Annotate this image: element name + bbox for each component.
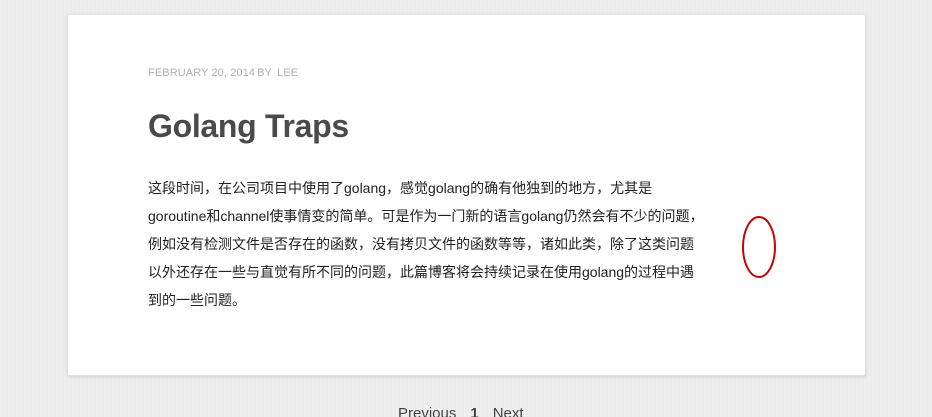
post-body-line: 到的一些问题。: [148, 292, 246, 308]
annotation-ellipse: [742, 216, 776, 278]
post-body: 这段时间，在公司项目中使用了golang，感觉golang的确有他独到的地方，尤…: [148, 174, 788, 314]
post-body-line: goroutine和channel使事情变的简单。可是作为一门新的语言golan…: [148, 208, 704, 224]
previous-link[interactable]: Previous: [398, 405, 456, 417]
post-date[interactable]: FEBRUARY 20, 2014: [148, 67, 255, 79]
post-author[interactable]: LEE: [277, 67, 298, 79]
page: FEBRUARY 20, 2014 BY LEE Golang Traps 这段时…: [0, 0, 932, 417]
post-title[interactable]: Golang Traps: [148, 108, 349, 145]
post-meta: FEBRUARY 20, 2014 BY LEE: [148, 67, 300, 79]
current-page-number: 1: [470, 405, 479, 417]
pagination: Previous 1 Next: [398, 405, 524, 417]
post-meta-by: BY: [257, 67, 272, 79]
red-circle-annotation: [742, 216, 776, 278]
post-body-line: 以外还存在一些与直觉有所不同的问题，此篇博客将会持续记录在使用golang的过程…: [148, 264, 695, 280]
next-link[interactable]: Next: [493, 405, 524, 417]
post-card: FEBRUARY 20, 2014 BY LEE Golang Traps 这段时…: [67, 14, 866, 376]
post-body-line: 例如没有检测文件是否存在的函数，没有拷贝文件的函数等等，诸如此类，除了这类问题: [148, 236, 694, 252]
post-body-line: 这段时间，在公司项目中使用了golang，感觉golang的确有他独到的地方，尤…: [148, 180, 653, 196]
